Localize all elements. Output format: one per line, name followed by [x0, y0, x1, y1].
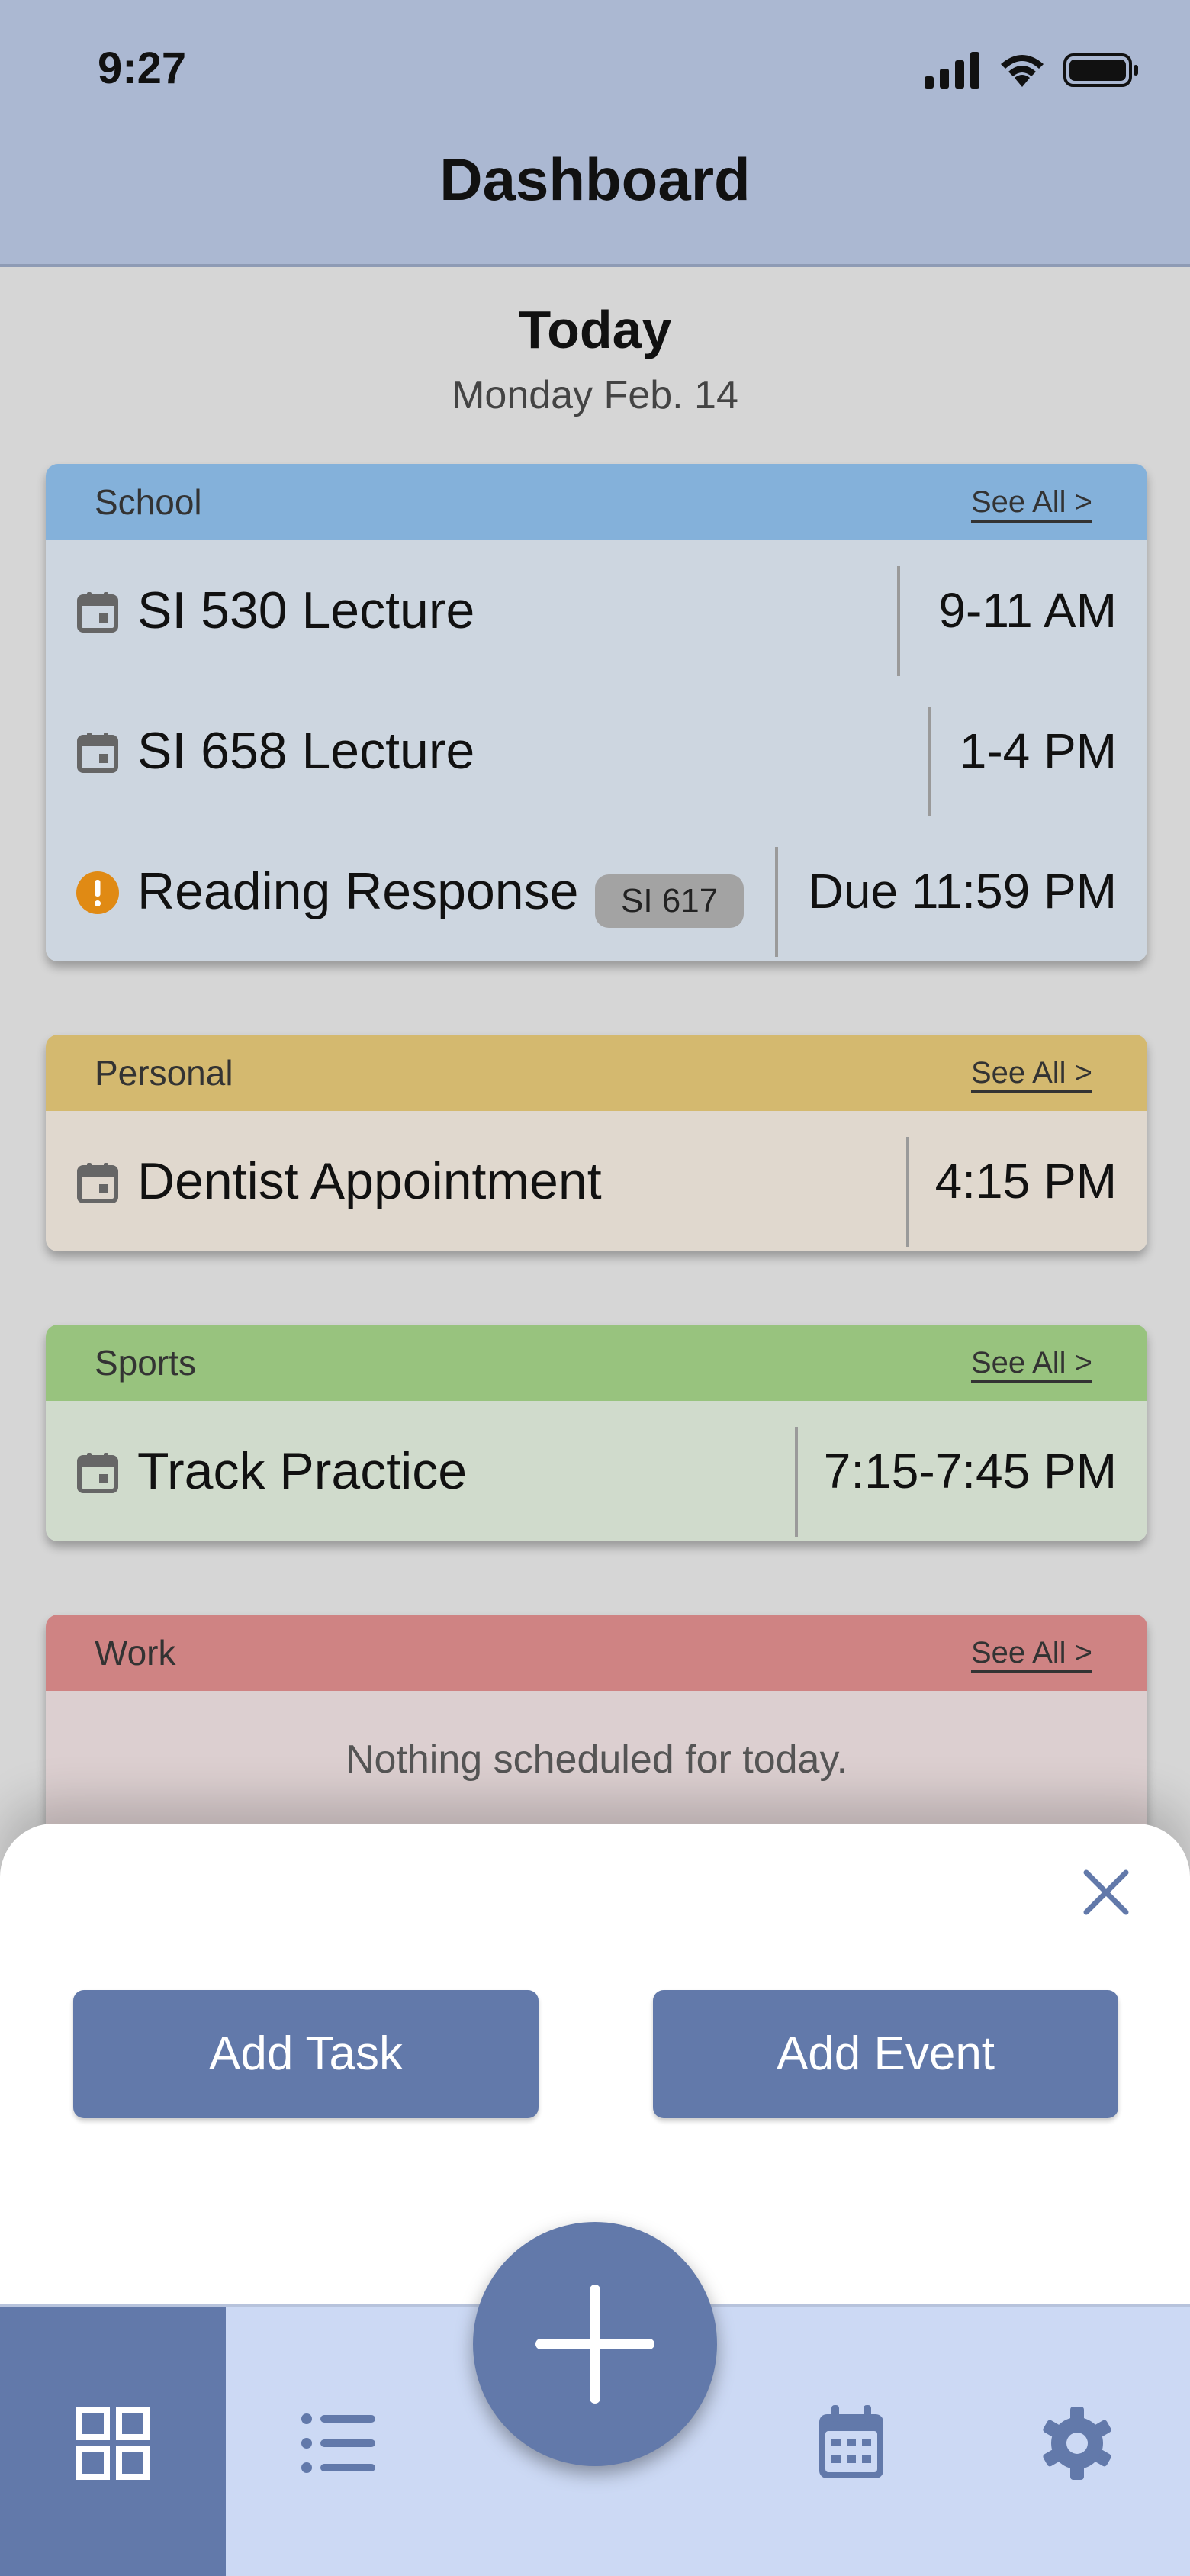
empty-message: Nothing scheduled for today.	[345, 1737, 848, 1782]
plus-icon	[536, 2285, 654, 2404]
see-all-school-link[interactable]: See All >	[971, 464, 1092, 540]
row-divider	[775, 847, 778, 957]
add-event-button[interactable]: Add Event	[653, 1990, 1118, 2118]
alert-icon	[76, 871, 119, 914]
category-header-personal: Personal See All >	[46, 1035, 1147, 1111]
item-time: 9-11 AM	[938, 583, 1117, 638]
tab-dashboard[interactable]	[0, 2307, 226, 2576]
category-card-school: School See All > SI 530 Lecture 9-11 AM	[46, 464, 1147, 961]
item-time: 4:15 PM	[934, 1154, 1117, 1209]
category-body-sports: Track Practice 7:15-7:45 PM	[46, 1401, 1147, 1541]
category-header-school: School See All >	[46, 464, 1147, 540]
item-title: SI 530 Lecture	[137, 581, 475, 639]
calendar-event-icon	[77, 1453, 118, 1493]
row-divider	[906, 1137, 909, 1247]
add-task-button[interactable]: Add Task	[73, 1990, 539, 2118]
category-body-personal: Dentist Appointment 4:15 PM	[46, 1111, 1147, 1251]
today-heading: Today	[518, 300, 672, 359]
category-name: Work	[95, 1633, 176, 1673]
item-title: Reading Response	[137, 862, 579, 920]
status-icons	[925, 47, 1140, 93]
page-title: Dashboard	[439, 146, 751, 213]
status-time: 9:27	[98, 43, 187, 93]
item-title: Dentist Appointment	[137, 1152, 602, 1210]
item-title: SI 658 Lecture	[137, 722, 475, 780]
item-title: Track Practice	[137, 1442, 468, 1500]
category-card-work: Work See All > Nothing scheduled for tod…	[46, 1615, 1147, 1843]
wifi-icon	[1001, 55, 1044, 87]
today-date: Monday Feb. 14	[452, 373, 738, 417]
item-time: 1-4 PM	[959, 723, 1117, 778]
category-header-sports: Sports See All >	[46, 1325, 1147, 1401]
calendar-icon	[819, 2405, 883, 2478]
close-icon[interactable]	[1079, 1865, 1134, 1920]
row-divider	[795, 1427, 798, 1537]
category-name: School	[95, 482, 202, 522]
battery-icon	[1063, 53, 1138, 87]
row-divider	[897, 566, 900, 676]
tab-calendar[interactable]	[738, 2307, 964, 2576]
list-item[interactable]: Track Practice 7:15-7:45 PM	[46, 1401, 1147, 1541]
tab-settings[interactable]	[964, 2307, 1190, 2576]
list-icon	[301, 2413, 375, 2473]
add-fab-button[interactable]	[473, 2222, 717, 2466]
category-body-school: SI 530 Lecture 9-11 AM SI 658 Lecture 1-…	[46, 540, 1147, 961]
row-divider	[928, 707, 931, 816]
calendar-event-icon	[77, 1163, 118, 1203]
category-body-work: Nothing scheduled for today.	[46, 1691, 1147, 1843]
see-all-sports-link[interactable]: See All >	[971, 1325, 1092, 1401]
list-item[interactable]: Reading Response SI 617 Due 11:59 PM	[46, 821, 1147, 961]
item-time: 7:15-7:45 PM	[823, 1444, 1117, 1499]
item-time: Due 11:59 PM	[808, 864, 1117, 919]
see-all-personal-link[interactable]: See All >	[971, 1035, 1092, 1111]
course-tag: SI 617	[595, 874, 745, 928]
gear-icon	[1043, 2407, 1111, 2480]
see-all-work-link[interactable]: See All >	[971, 1615, 1092, 1691]
calendar-event-icon	[77, 733, 118, 773]
category-name: Personal	[95, 1053, 233, 1093]
tab-list[interactable]	[226, 2307, 452, 2576]
dashboard-grid-icon	[76, 2407, 150, 2480]
cellular-signal-icon	[925, 52, 979, 89]
list-item[interactable]: SI 530 Lecture 9-11 AM	[46, 540, 1147, 681]
category-header-work: Work See All >	[46, 1615, 1147, 1691]
list-item[interactable]: Dentist Appointment 4:15 PM	[46, 1111, 1147, 1251]
category-name: Sports	[95, 1343, 196, 1383]
top-bar: 9:27 Dashboard	[0, 0, 1190, 267]
calendar-event-icon	[77, 592, 118, 633]
category-card-personal: Personal See All > Dentist Appointment 4…	[46, 1035, 1147, 1251]
list-item[interactable]: SI 658 Lecture 1-4 PM	[46, 681, 1147, 821]
category-card-sports: Sports See All > Track Practice 7:15-7:4…	[46, 1325, 1147, 1541]
